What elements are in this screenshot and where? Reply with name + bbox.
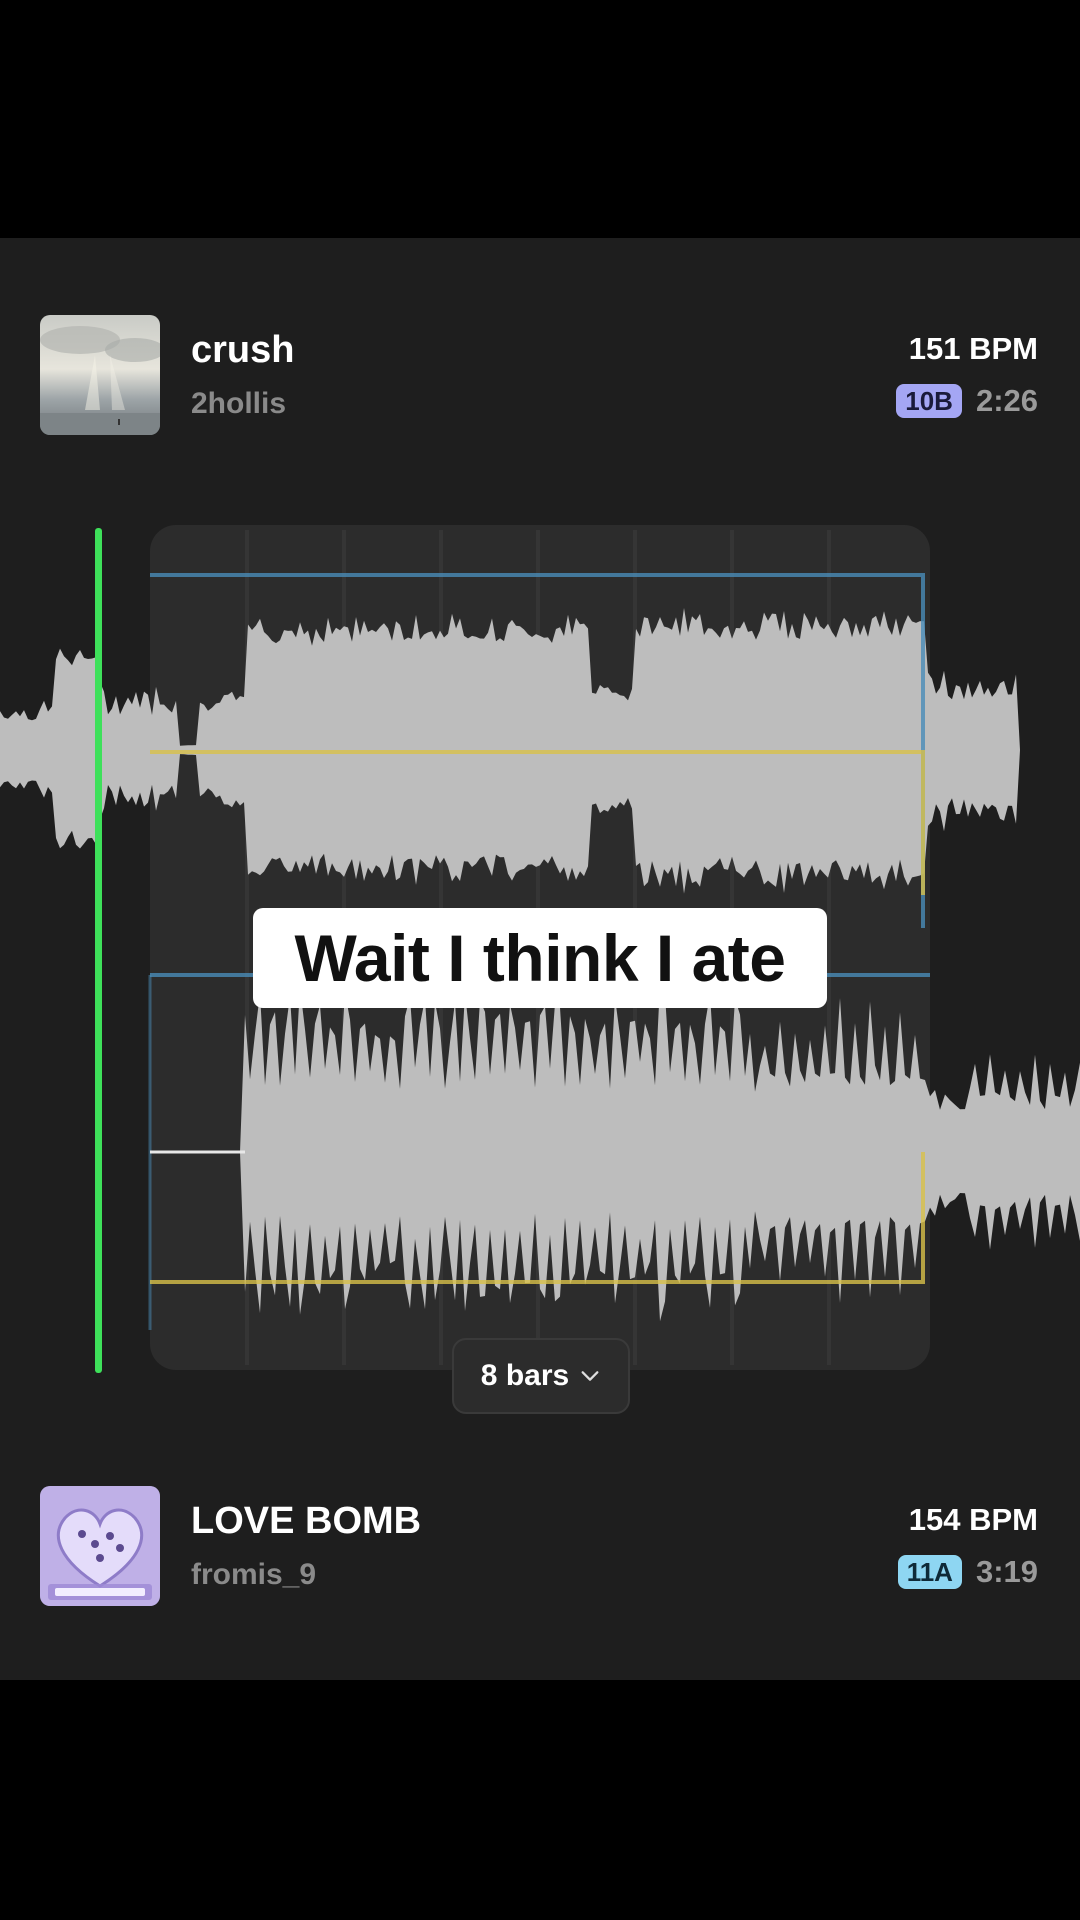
caption-overlay: Wait I think I ate bbox=[253, 908, 827, 1008]
bottom-track-title: LOVE BOMB bbox=[191, 1500, 422, 1542]
bottom-track-row[interactable]: LOVE BOMB fromis_9 154 BPM 11A 3:19 bbox=[0, 1486, 1080, 1608]
bottom-track-bpm: 154 BPM bbox=[908, 1502, 1038, 1537]
top-track-title: crush bbox=[191, 329, 295, 371]
bottom-track-duration: 3:19 bbox=[975, 1554, 1038, 1589]
playhead[interactable] bbox=[95, 528, 102, 1373]
bottom-track-artist: fromis_9 bbox=[191, 1558, 317, 1591]
bottom-track-meta: 11A 3:19 bbox=[897, 1554, 1038, 1590]
waveform-editor[interactable]: Wait I think I ate 8 bars bbox=[0, 520, 1080, 1420]
heart-artwork-icon bbox=[40, 1486, 160, 1606]
screen: crush 2hollis 151 BPM 10B 2:26 Wait I th… bbox=[0, 0, 1080, 1920]
top-track-duration: 2:26 bbox=[975, 383, 1038, 418]
top-track-bpm: 151 BPM bbox=[908, 331, 1038, 366]
top-track-row[interactable]: crush 2hollis 151 BPM 10B 2:26 bbox=[0, 315, 1080, 437]
bars-length-label: 8 bars bbox=[480, 1359, 570, 1392]
bottom-track-album-art bbox=[40, 1486, 160, 1606]
chevron-down-icon bbox=[581, 1371, 599, 1381]
top-track-album-art bbox=[40, 315, 160, 435]
top-track-key-badge: 10B bbox=[896, 383, 962, 419]
top-track-meta: 10B 2:26 bbox=[896, 383, 1038, 419]
bottom-track-key-badge: 11A bbox=[897, 1554, 962, 1590]
sky-artwork-icon bbox=[40, 315, 160, 435]
top-track-artist: 2hollis bbox=[191, 387, 287, 420]
bars-length-button[interactable]: 8 bars bbox=[452, 1338, 630, 1414]
mix-panel: crush 2hollis 151 BPM 10B 2:26 Wait I th… bbox=[0, 238, 1080, 1680]
